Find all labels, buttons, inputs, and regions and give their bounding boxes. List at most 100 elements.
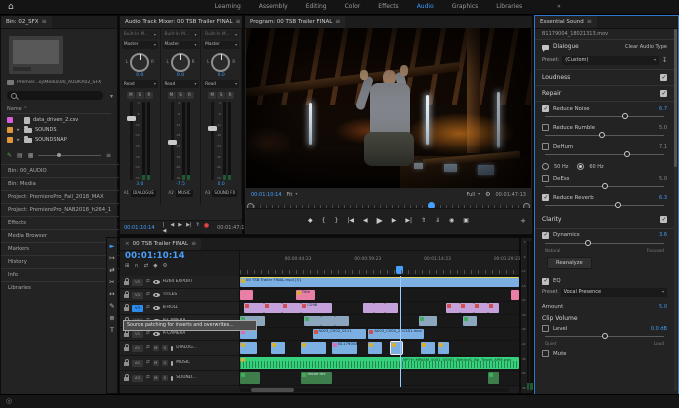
list-view-icon[interactable]: ▤ [17,152,23,159]
track-header[interactable]: V4 ⇄ TITLES [120,289,240,301]
reduce-rumble-slider[interactable] [545,131,664,140]
toggle-track-output-icon[interactable] [153,306,160,310]
panel-tab[interactable]: Bin: 00_AUDIO [1,164,119,177]
output-select[interactable]: Master▾ [203,41,239,49]
sync-lock-icon[interactable]: ⇄ [146,305,150,310]
play-button[interactable]: ▶ [178,222,182,234]
track-header[interactable]: V3 ⇄ B-ROLL [120,302,240,314]
track-lane[interactable]: C098 [240,302,519,314]
record-arm-button[interactable]: R [226,92,234,99]
track-lane[interactable]: 00 TSB Trailer FINAL.mp4 [V] [240,276,519,288]
reduce-rumble-checkbox[interactable] [542,124,549,131]
fader-value[interactable]: 3.0 [136,182,143,187]
track-lane[interactable]: Title [240,289,519,301]
timeline-ruler[interactable]: 00:00:44:2300:00:59:2300:01:14:2300:01:2… [240,250,519,276]
dynamics-checkbox[interactable] [542,232,549,239]
volume-fader[interactable] [211,102,214,180]
home-icon[interactable]: ⌂ [8,2,14,13]
snap-icon[interactable]: ∩ [135,263,139,270]
source-patch[interactable]: V4 [132,292,143,299]
timeline-clip[interactable] [271,342,285,354]
mark-out-button[interactable]: } [334,217,338,224]
source-patch[interactable]: V1 [132,331,143,338]
linked-selection-icon[interactable]: ⇄ [144,263,149,270]
track-header[interactable]: A4 ⇄ M S H264 A... [120,386,240,387]
input-select[interactable]: Built-In M...▾ [163,31,199,39]
workspace-tab-libraries[interactable]: Libraries [487,3,531,10]
output-select[interactable]: Master▾ [122,41,158,49]
bin-search-input[interactable] [7,91,103,100]
bin-item[interactable]: ▸ SOUNDS [1,125,113,135]
dynamics-slider[interactable] [545,239,664,248]
workspace-tab-color[interactable]: Color [336,3,370,10]
record-arm-button[interactable]: R [186,92,194,99]
sync-lock-icon[interactable]: ⇄ [146,375,150,380]
twirl-icon[interactable]: ▸ [16,127,21,133]
label-color-chip[interactable] [7,137,13,143]
clarity-checkbox[interactable] [660,216,667,223]
program-timecode[interactable]: 00:01:10:14 [251,192,282,198]
type-tool[interactable]: T [107,325,117,336]
close-icon[interactable]: × [125,241,130,248]
source-patch[interactable]: V5 [132,279,143,286]
play-button[interactable]: ▶ [377,216,383,226]
loudness-checkbox[interactable] [660,74,667,81]
save-preset-icon[interactable]: ↧ [662,57,667,64]
bin-tab[interactable]: Bin: 02_SFX ≡ [1,16,52,28]
column-header-name[interactable]: Name ⌃ [7,106,111,114]
reanalyze-button[interactable]: Reanalyze [547,257,592,269]
solo-button[interactable]: S [136,92,144,99]
panel-tab[interactable]: Project: PremierePro_Fall_2018_MAX [1,190,119,203]
timeline-clip[interactable] [488,372,499,384]
razor-tool[interactable]: ✂ [107,277,117,288]
track-lane[interactable]: MPTH_MPASM_0001_03501_BehindC_Ba_Travel_… [240,356,519,370]
sync-lock-icon[interactable]: ⇄ [146,331,150,336]
timeline-playhead[interactable] [400,276,401,387]
timeline-clip[interactable] [460,303,474,313]
thumbnail-size-slider[interactable] [38,155,101,156]
bin-menu-icon[interactable]: ≡ [106,152,111,159]
radio-50hz[interactable] [542,163,549,170]
timeline-clip[interactable] [446,303,460,313]
mute-track-button[interactable]: M [153,375,159,381]
deess-checkbox[interactable] [542,175,549,182]
timeline-clip[interactable] [282,303,302,313]
mute-checkbox[interactable] [542,350,549,357]
twirl-icon[interactable]: ▸ [16,137,21,143]
mute-track-button[interactable]: M [153,360,159,366]
track-header[interactable]: A3 ⇄ M S SOUND... [120,371,240,385]
timeline-clip[interactable] [301,342,326,354]
essential-sound-tab[interactable]: Essential Sound ≡ [535,16,597,28]
input-select[interactable]: Built-In M...▾ [203,31,239,39]
timeline-clip[interactable] [488,303,499,313]
go-to-out-button[interactable]: ▶| [405,217,412,224]
panel-menu-icon[interactable]: ≡ [42,18,47,25]
timeline-clip[interactable]: drone rev [301,372,332,384]
toggle-track-output-icon[interactable] [153,293,160,297]
solo-track-button[interactable]: S [162,360,168,366]
pan-knob[interactable] [130,53,149,72]
panel-tab[interactable]: Markers [1,242,119,255]
mute-button[interactable]: M [168,92,176,99]
timeline-clip[interactable] [240,372,260,384]
timeline-clip[interactable]: A003_C004_201281.mov [368,329,424,339]
lock-icon[interactable] [124,307,129,311]
playback-resolution-select[interactable]: Full▾ [467,192,481,198]
reduce-reverb-value[interactable]: 6.3 [659,195,667,201]
panel-menu-icon[interactable]: ≡ [335,18,340,25]
slip-tool[interactable]: ↔ [107,289,117,300]
pan-knob[interactable] [171,53,190,72]
timeline-clip[interactable] [374,303,385,313]
panel-tab[interactable]: Info [1,268,119,281]
pan-value[interactable]: 0.0 [218,73,225,78]
go-to-in-button[interactable]: |◀ [347,217,354,224]
track-name[interactable]: A-CAMERA [163,331,186,336]
pan-knob[interactable] [211,53,230,72]
track-header[interactable]: V5 ⇄ H264 EXPORT [120,276,240,288]
workspace-tab-assembly[interactable]: Assembly [250,3,297,10]
export-frame-button[interactable]: ◉ [449,217,454,224]
toggle-track-output-icon[interactable] [153,332,160,336]
extract-button[interactable]: ⇓ [435,217,440,224]
timeline-clip[interactable]: 00 TSB Trailer FINAL.mp4 [V] [240,277,519,287]
mixer-timecode[interactable]: 00:01:10:14 [124,225,155,231]
